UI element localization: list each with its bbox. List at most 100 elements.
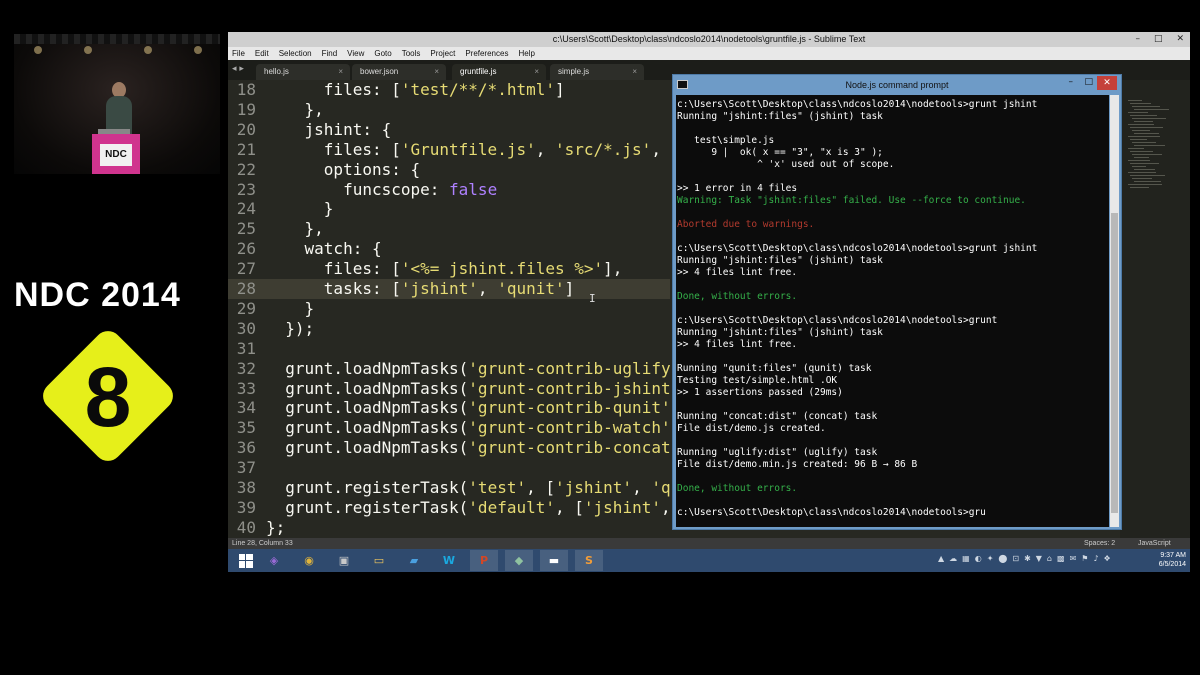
cmd-scrollbar-thumb[interactable] [1111,213,1118,513]
code-line[interactable]: 20 jshint: { [228,120,670,140]
menu-tools[interactable]: Tools [402,47,421,60]
code-line[interactable]: 27 files: ['<%= jshint.files %>'], [228,259,670,279]
tab-gruntfile-js[interactable]: gruntfile.js × [452,64,546,80]
code-text: files: [ [266,139,401,159]
line-number: 31 [236,338,256,358]
tab-close-icon[interactable]: × [338,64,343,80]
code-line[interactable]: 33 grunt.loadNpmTasks('grunt-contrib-jsh… [228,379,670,399]
cmd-maximize-button[interactable]: □ [1084,77,1093,87]
line-number: 30 [236,318,256,338]
code-line[interactable]: 26 watch: { [228,239,670,259]
code-line[interactable]: 35 grunt.loadNpmTasks('grunt-contrib-wat… [228,418,670,438]
minimap-line [1128,148,1144,149]
tray-icon[interactable]: ◐ [975,554,982,563]
tab-hello-js[interactable]: hello.js × [256,64,350,80]
sublime-menubar: File Edit Selection Find View Goto Tools Projec… [228,47,1190,60]
tray-icon[interactable]: ✱ [1024,554,1031,563]
code-line[interactable]: 25 }, [228,219,670,239]
minimap-line [1128,184,1162,185]
cmd-scrollbar[interactable] [1110,95,1119,527]
console-line: Testing test/simple.html .OK [677,375,838,386]
code-editor[interactable]: 18 files: ['test/**/*.html'] 19 }, 20 jshi… [228,80,670,538]
tab-nav-arrows[interactable]: ◂ ▸ [232,64,244,74]
command-prompt-icon[interactable]: ▬ [540,550,568,571]
tab-label: hello.js [264,67,289,76]
code-line[interactable]: 30 }); [228,319,670,339]
line-number: 40 [236,517,256,537]
chrome-icon[interactable]: ◉ [295,550,323,571]
tray-icon[interactable]: ▩ [1057,554,1065,563]
tab-close-icon[interactable]: × [434,64,439,80]
line-number: 37 [236,458,256,478]
maximize-button[interactable]: □ [1154,32,1163,47]
taskbar-clock[interactable]: 9:37 AM 6/5/2014 [1159,551,1186,569]
sublime-text-icon[interactable]: S [575,550,603,571]
cmd-minimize-button[interactable]: – [1069,77,1074,87]
windows-start-icon[interactable] [232,550,260,571]
tray-icon[interactable]: ♪ [1093,554,1098,563]
code-line[interactable]: 31 [228,339,670,359]
tray-icon[interactable]: ✉ [1070,554,1077,563]
status-syntax[interactable]: JavaScript [1138,538,1171,549]
cmd-close-button[interactable]: ✕ [1097,76,1117,90]
menu-selection[interactable]: Selection [279,47,312,60]
tab-close-icon[interactable]: × [632,64,637,80]
line-number: 27 [236,259,256,279]
code-line[interactable]: 19 }, [228,100,670,120]
tab-bower-json[interactable]: bower.json × [352,64,446,80]
minimap[interactable] [1120,80,1190,538]
pro-app-icon[interactable]: ▣ [330,550,358,571]
code-line[interactable]: 24 } [228,199,670,219]
webstorm-icon[interactable]: W [435,550,463,571]
code-line[interactable]: 21 files: ['Gruntfile.js', 'src/*.js', '… [228,140,670,160]
tray-icon[interactable]: ▦ [962,554,970,563]
tray-icon[interactable]: ✦ [987,554,994,563]
tray-icon[interactable]: ⊡ [1012,554,1019,563]
line-number: 34 [236,398,256,418]
remote-desktop-icon[interactable]: ▰ [400,550,428,571]
tray-icon[interactable]: ⚑ [1081,554,1088,563]
close-button[interactable]: ✕ [1176,32,1184,47]
line-number: 18 [236,80,256,99]
code-line[interactable]: 34 grunt.loadNpmTasks('grunt-contrib-qun… [228,398,670,418]
code-line[interactable]: 28 tasks: ['jshint', 'qunit'] [228,279,670,299]
tray-icon[interactable]: ⬤ [998,554,1007,563]
menu-edit[interactable]: Edit [255,47,269,60]
windows-taskbar: ▲ ☁ ▦ ◐ ✦ ⬤ ⊡ ✱ ▼ ⌂ ▩ ✉ ⚑ ♪ ❖ 9:37 AM 6/5/2014 ◈ ◉ ▣ ▭ ▰ W P… [228,549,1190,572]
tab-simple-js[interactable]: simple.js × [550,64,644,80]
code-string: 'src/*.js' [554,139,652,159]
code-line[interactable]: 36 grunt.loadNpmTasks('grunt-contrib-con… [228,438,670,458]
console-output[interactable]: c:\Users\Scott\Desktop\class\ndcoslo2014… [676,95,1109,527]
code-line[interactable]: 38 grunt.registerTask('test', ['jshint',… [228,478,670,498]
menu-preferences[interactable]: Preferences [465,47,508,60]
menu-project[interactable]: Project [430,47,455,60]
code-line[interactable]: 37 [228,458,670,478]
menu-view[interactable]: View [347,47,364,60]
app-diamond-icon[interactable]: ◆ [505,550,533,571]
code-line[interactable]: 39 grunt.registerTask('default', ['jshin… [228,498,670,518]
visual-studio-icon[interactable]: ◈ [260,550,288,571]
line-number: 39 [236,497,256,517]
powerpoint-icon[interactable]: P [470,550,498,571]
file-explorer-icon[interactable]: ▭ [365,550,393,571]
tray-icon[interactable]: ⌂ [1047,554,1052,563]
code-text: , [535,139,555,159]
tray-icon[interactable]: ▼ [1036,554,1042,563]
status-indentation[interactable]: Spaces: 2 [1084,538,1115,549]
menu-goto[interactable]: Goto [374,47,391,60]
menu-file[interactable]: File [232,47,245,60]
menu-find[interactable]: Find [322,47,338,60]
code-line[interactable]: 22 options: { [228,160,670,180]
tray-icon[interactable]: ☁ [949,554,957,563]
tray-icon[interactable]: ▲ [938,554,944,563]
code-line[interactable]: 32 grunt.loadNpmTasks('grunt-contrib-ugl… [228,359,670,379]
menu-help[interactable]: Help [518,47,534,60]
code-line[interactable]: 40}; [228,518,670,538]
tray-icon[interactable]: ❖ [1104,554,1111,563]
tab-close-icon[interactable]: × [534,64,539,80]
code-line[interactable]: 18 files: ['test/**/*.html'] [228,80,670,100]
minimize-button[interactable]: – [1135,32,1140,47]
code-line[interactable]: 23 funcscope: false [228,180,670,200]
code-line[interactable]: 29 } [228,299,670,319]
minimap-line [1130,187,1149,188]
